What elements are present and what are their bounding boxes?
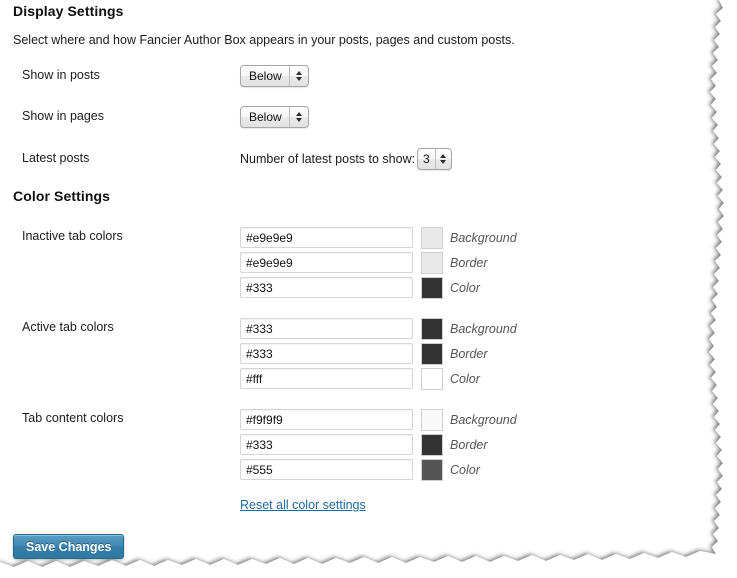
chevron-down-icon [295,118,302,122]
chevron-up-icon [295,112,302,116]
inactive-border-swatch-label: Border [450,256,488,270]
tab-content-border-swatch[interactable] [421,434,443,456]
tab-content-border-swatch-label: Border [450,438,488,452]
tab-content-background-input[interactable] [240,409,413,430]
show-in-pages-select[interactable]: Below [240,106,309,128]
tab-content-border-input[interactable] [240,434,413,455]
inactive-background-swatch-label: Background [450,231,517,245]
stepper-arrows-icon [288,66,308,86]
show-in-posts-select[interactable]: Below [240,65,309,87]
active-background-swatch[interactable] [421,318,443,340]
inactive-background-swatch[interactable] [421,227,443,249]
tab-content-background-swatch-label: Background [450,413,517,427]
show-in-posts-value: Below [249,69,282,83]
show-in-pages-label: Show in pages [22,109,105,123]
reset-all-color-settings-link[interactable]: Reset all color settings [240,498,366,512]
active-border-swatch-label: Border [450,347,488,361]
settings-content: Display Settings Select where and how Fa… [0,0,712,556]
active-border-input[interactable] [240,343,413,364]
tab-content-color-input[interactable] [240,459,413,480]
show-in-posts-label: Show in posts [22,68,100,82]
stepper-arrows-icon [288,107,308,127]
active-color-swatch-label: Color [450,372,480,386]
chevron-down-icon [440,160,447,164]
chevron-down-icon [295,77,302,81]
show-in-pages-value: Below [249,110,282,124]
tab-content-color-swatch[interactable] [421,459,443,481]
inactive-border-swatch[interactable] [421,252,443,274]
latest-posts-value: 3 [423,152,430,166]
latest-posts-label: Latest posts [22,151,90,165]
inactive-background-input[interactable] [240,227,413,248]
active-tab-colors-label: Active tab colors [22,320,114,334]
tab-content-color-swatch-label: Color [450,463,480,477]
inactive-tab-colors-label: Inactive tab colors [22,229,123,243]
active-color-swatch[interactable] [421,368,443,390]
chevron-up-icon [295,71,302,75]
active-background-input[interactable] [240,318,413,339]
active-border-swatch[interactable] [421,343,443,365]
active-background-swatch-label: Background [450,322,517,336]
tab-content-background-swatch[interactable] [421,409,443,431]
display-settings-heading: Display Settings [13,3,124,19]
inactive-border-input[interactable] [240,252,413,273]
chevron-up-icon [440,154,447,158]
inactive-color-input[interactable] [240,277,413,298]
inactive-color-swatch[interactable] [421,277,443,299]
latest-posts-caption: Number of latest posts to show: [240,152,416,166]
latest-posts-stepper[interactable]: 3 [417,148,452,170]
color-settings-heading: Color Settings [13,188,111,204]
display-settings-description: Select where and how Fancier Author Box … [13,33,515,47]
active-color-input[interactable] [240,368,413,389]
save-changes-button[interactable]: Save Changes [13,534,125,559]
tab-content-colors-label: Tab content colors [22,411,124,425]
stepper-arrows-icon [434,149,451,169]
settings-page-sheet: Display Settings Select where and how Fa… [0,0,737,578]
inactive-color-swatch-label: Color [450,281,480,295]
